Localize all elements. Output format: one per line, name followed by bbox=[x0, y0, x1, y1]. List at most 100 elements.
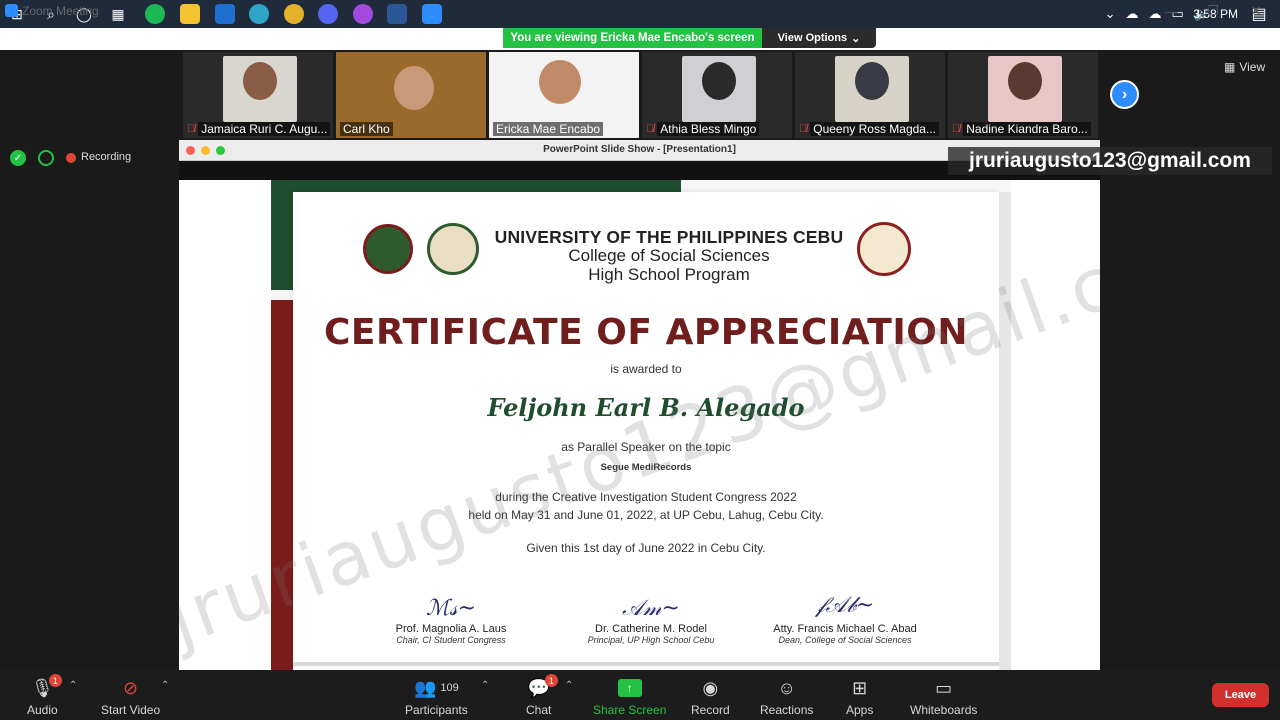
microphone-icon: 🎙 1 bbox=[31, 674, 62, 700]
participant-name: Carl Kho bbox=[340, 122, 393, 136]
messenger-icon[interactable] bbox=[353, 4, 373, 24]
event-line: during the Creative Investigation Studen… bbox=[495, 490, 797, 504]
video-off-icon: ⊘ bbox=[123, 677, 139, 698]
maroon-band bbox=[271, 300, 293, 670]
program-name: High School Program bbox=[588, 265, 750, 284]
participants-button[interactable]: 👥 109 Participants bbox=[405, 676, 468, 718]
given-line: Given this 1st day of June 2022 in Cebu … bbox=[526, 541, 766, 555]
close-button[interactable]: ✕ bbox=[1241, 1, 1271, 21]
start-video-button[interactable]: ⊘ Start Video bbox=[101, 676, 161, 718]
signatory-name: Atty. Francis Michael C. Abad bbox=[773, 623, 917, 635]
avatar bbox=[243, 62, 277, 100]
university-name: UNIVERSITY OF THE PHILIPPINES CEBU bbox=[494, 227, 844, 247]
share-screen-button[interactable]: ↑ Share Screen bbox=[593, 676, 666, 717]
green-band bbox=[271, 180, 293, 290]
chrome-icon[interactable] bbox=[284, 4, 304, 24]
audio-button[interactable]: 🎙 1 Audio bbox=[27, 674, 62, 717]
topic-text: Segue MediRecords bbox=[600, 462, 692, 473]
window-title: Zoom Meeting bbox=[22, 4, 99, 18]
audio-badge: 1 bbox=[48, 674, 62, 687]
chat-label: Chat bbox=[526, 703, 552, 717]
discord-icon[interactable] bbox=[318, 4, 338, 24]
avatar bbox=[702, 62, 736, 100]
connection-icon[interactable] bbox=[38, 150, 54, 166]
green-band bbox=[271, 180, 681, 192]
chat-icon: 💬 1 bbox=[527, 674, 558, 700]
bottom-rule bbox=[293, 662, 999, 666]
participant-tile[interactable]: Carl Kho bbox=[336, 52, 486, 138]
leave-button[interactable]: Leave bbox=[1212, 683, 1269, 707]
signatory: ℳ𝓈~ Prof. Magnolia A. Laus Chair, CI Stu… bbox=[351, 595, 551, 645]
view-options-label: View Options bbox=[777, 32, 848, 44]
signatory-role: Chair, CI Student Congress bbox=[396, 635, 506, 645]
participant-name: Nadine Kiandra Baro... bbox=[963, 122, 1091, 136]
record-button[interactable]: ◉ Record bbox=[691, 676, 730, 718]
mic-muted-icon: 🎙̸ bbox=[646, 123, 655, 135]
task-view-icon[interactable]: ▦ bbox=[107, 3, 129, 25]
audio-label: Audio bbox=[27, 703, 58, 717]
avatar bbox=[1008, 62, 1042, 100]
participant-tile[interactable]: 🎙̸ Queeny Ross Magda... bbox=[795, 52, 945, 138]
record-label: Record bbox=[691, 703, 730, 717]
participant-tile[interactable]: 🎙̸ Nadine Kiandra Baro... bbox=[948, 52, 1098, 138]
zoom-taskbar-icon[interactable] bbox=[422, 4, 442, 24]
record-icon: ◉ bbox=[702, 677, 719, 698]
apps-button[interactable]: ⊞ Apps bbox=[846, 676, 874, 718]
security-shield-icon[interactable]: ✓ bbox=[10, 150, 26, 166]
start-video-label: Start Video bbox=[101, 703, 161, 717]
event-line: held on May 31 and June 01, 2022, at UP … bbox=[468, 508, 824, 522]
view-button[interactable]: ▦ View bbox=[1224, 60, 1265, 74]
video-options-caret[interactable]: ⌃ bbox=[161, 680, 169, 691]
signatory-role: Dean, College of Social Sciences bbox=[778, 635, 912, 645]
college-name: College of Social Sciences bbox=[568, 246, 770, 265]
minimize-button[interactable]: — bbox=[1156, 1, 1186, 21]
participant-name: Jamaica Ruri C. Augu... bbox=[198, 122, 331, 136]
apps-label: Apps bbox=[846, 703, 874, 717]
apps-icon: ⊞ bbox=[852, 677, 868, 698]
up-seal-icon bbox=[363, 224, 413, 274]
chevron-down-icon: ⌄ bbox=[851, 32, 861, 45]
signature-scribble: 𝒜𝓂~ bbox=[622, 596, 680, 621]
participant-tile-active[interactable]: Ericka Mae Encabo bbox=[489, 52, 639, 138]
word-icon[interactable] bbox=[387, 4, 407, 24]
recipient-name: Feljohn Earl B. Alegado bbox=[487, 393, 805, 422]
share-screen-label: Share Screen bbox=[593, 703, 667, 717]
audio-options-caret[interactable]: ⌃ bbox=[69, 680, 77, 691]
participant-name-bar: Carl Kho bbox=[336, 120, 486, 138]
chat-badge: 1 bbox=[544, 674, 558, 687]
mic-muted-icon: 🎙̸ bbox=[799, 123, 808, 135]
mic-muted-icon: 🎙̸ bbox=[952, 123, 961, 135]
whiteboards-button[interactable]: ▭ Whiteboards bbox=[910, 676, 978, 718]
signatory: 𝒜𝓂~ Dr. Catherine M. Rodel Principal, UP… bbox=[551, 595, 751, 645]
participant-tile[interactable]: 🎙̸ Athia Bless Mingo bbox=[642, 52, 792, 138]
file-explorer-icon[interactable] bbox=[180, 4, 200, 24]
participant-name-bar: 🎙̸ Nadine Kiandra Baro... bbox=[948, 120, 1098, 138]
chevron-up-icon[interactable]: ⌄ bbox=[1105, 6, 1116, 22]
chat-options-caret[interactable]: ⌃ bbox=[565, 680, 573, 691]
reactions-button[interactable]: ☺ Reactions bbox=[760, 676, 813, 718]
awarded-to-text: is awarded to bbox=[610, 362, 682, 376]
signatory: 𝒻𝒜𝒷~ Atty. Francis Michael C. Abad Dean,… bbox=[745, 588, 945, 645]
chat-button[interactable]: 💬 1 Chat bbox=[526, 674, 558, 717]
avatar bbox=[394, 66, 434, 110]
view-options-button[interactable]: View Options ⌄ bbox=[762, 28, 876, 48]
signatory-name: Dr. Catherine M. Rodel bbox=[595, 623, 707, 635]
edge-icon[interactable] bbox=[249, 4, 269, 24]
whiteboards-label: Whiteboards bbox=[910, 703, 978, 717]
mic-muted-icon: 🎙̸ bbox=[187, 123, 196, 135]
participant-tile[interactable]: 🎙̸ Jamaica Ruri C. Augu... bbox=[183, 52, 333, 138]
recording-icon bbox=[66, 153, 76, 163]
reactions-icon: ☺ bbox=[777, 677, 796, 698]
spotify-icon[interactable] bbox=[145, 4, 165, 24]
share-screen-icon: ↑ bbox=[617, 679, 642, 697]
certificate-title: CERTIFICATE OF APPRECIATION bbox=[324, 312, 968, 353]
mail-icon[interactable] bbox=[215, 4, 235, 24]
participants-icon: 👥 109 bbox=[413, 677, 459, 698]
participant-name-bar: Ericka Mae Encabo bbox=[489, 120, 639, 138]
zoom-logo-icon bbox=[5, 4, 18, 17]
participants-options-caret[interactable]: ⌃ bbox=[481, 680, 489, 691]
restore-button[interactable]: ❐ bbox=[1198, 1, 1228, 21]
signatory-name: Prof. Magnolia A. Laus bbox=[395, 623, 507, 635]
next-page-button[interactable]: › bbox=[1110, 80, 1139, 109]
onedrive-icon[interactable]: ☁ bbox=[1126, 6, 1139, 22]
